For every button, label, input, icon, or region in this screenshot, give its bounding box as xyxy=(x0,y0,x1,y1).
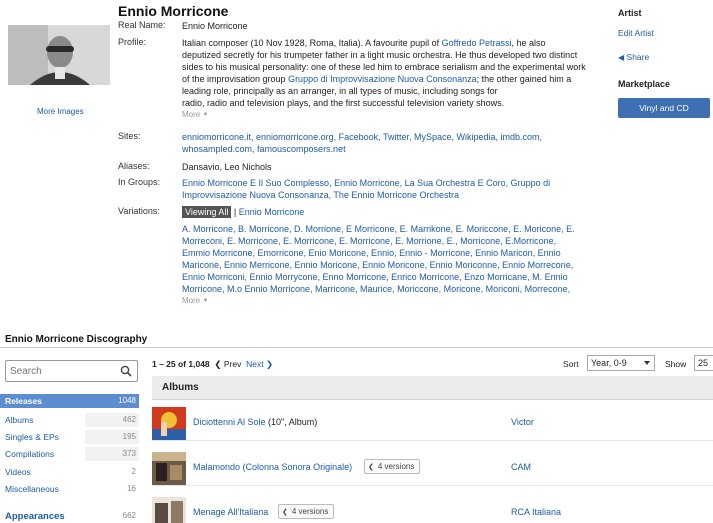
artist-name: Ennio Morricone xyxy=(118,3,229,19)
sort-label: Sort xyxy=(563,359,579,369)
pagination: 1 – 25 of 1,048 ❮ Prev Next ❯ xyxy=(152,359,273,370)
prev-page-button[interactable]: ❮ Prev xyxy=(214,359,241,369)
variations-list[interactable]: A. Morricone, B. Morricone, D. Morrione,… xyxy=(182,223,608,307)
filter-albums[interactable]: Albums 462 xyxy=(0,413,139,427)
variation-primary-link[interactable]: Ennio Morricone xyxy=(239,207,305,217)
filter-videos[interactable]: Videos 2 xyxy=(0,465,139,479)
artist-photo[interactable] xyxy=(8,25,110,85)
filter-appearances[interactable]: Appearances 662 xyxy=(0,509,139,523)
profile-text: Italian composer (10 Nov 1928, Roma, Ita… xyxy=(182,37,608,121)
aliases-links[interactable]: Dansavio, Leo Nichols xyxy=(182,161,608,173)
caret-down-icon: ▼ xyxy=(202,112,209,118)
release-cover[interactable] xyxy=(152,452,186,485)
viewing-all-badge[interactable]: Viewing All xyxy=(182,206,232,218)
artist-sidebar-heading: Artist xyxy=(618,8,642,18)
next-page-button[interactable]: Next ❯ xyxy=(246,359,273,369)
edit-artist-link[interactable]: Edit Artist xyxy=(618,28,713,38)
sites-links[interactable]: enniomorricone.it, enniomorricone.org, F… xyxy=(182,131,608,155)
release-label[interactable]: Victor xyxy=(511,417,534,427)
share-button[interactable]: ◀ Share xyxy=(618,52,713,62)
filter-miscellaneous[interactable]: Miscellaneous 16 xyxy=(0,482,139,496)
release-title[interactable]: Malamondo (Colonna Sonora Originale) xyxy=(193,462,352,472)
release-title[interactable]: Diciottenni Al Sole (10", Album) xyxy=(193,417,317,427)
filter-singles-eps[interactable]: Singles & EPs 195 xyxy=(0,430,139,444)
groups-label: In Groups: xyxy=(118,177,161,187)
release-label[interactable]: CAM xyxy=(511,462,531,472)
groups-links[interactable]: Ennio Morricone E Il Suo Complesso, Enni… xyxy=(182,177,608,201)
filter-releases[interactable]: Releases 1048 xyxy=(0,394,139,408)
show-select[interactable]: 25 xyxy=(694,355,713,371)
sort-controls: Sort Year, 0-9 Show 25 xyxy=(563,355,713,375)
versions-chevron-icon: ❮ xyxy=(282,509,288,516)
release-label[interactable]: RCA Italiana xyxy=(511,507,561,517)
versions-chevron-icon: ❮ xyxy=(368,464,374,471)
nuova-consonanza-link[interactable]: Gruppo di Improvvisazione Nuova Consonan… xyxy=(288,74,477,84)
pagination-range: 1 – 25 of 1,048 xyxy=(152,359,210,369)
release-row[interactable]: Menage All'Italiana ❮ 4 versions RCA Ital… xyxy=(152,495,713,523)
release-title[interactable]: Menage All'Italiana xyxy=(193,507,268,517)
variations-header: Viewing All | Ennio Morricone xyxy=(182,206,608,218)
variations-label: Variations: xyxy=(118,206,160,216)
discography-search[interactable] xyxy=(5,360,138,382)
variations-more-toggle[interactable]: More ▼ xyxy=(182,295,608,307)
caret-down-icon: ▼ xyxy=(202,298,209,304)
release-cover[interactable] xyxy=(152,497,186,523)
sites-label: Sites: xyxy=(118,131,141,141)
versions-button[interactable]: ❮ 4 versions xyxy=(364,459,421,474)
release-cover[interactable] xyxy=(152,407,186,440)
real-name-label: Real Name: xyxy=(118,20,166,30)
variations-separator: | xyxy=(233,207,237,217)
search-input[interactable] xyxy=(10,364,115,379)
dropdown-arrow-icon xyxy=(644,361,650,365)
albums-section-header: Albums xyxy=(152,376,713,400)
real-name-value: Ennio Morricone xyxy=(182,21,248,31)
profile-more-toggle[interactable]: More ▼ xyxy=(182,109,608,121)
show-label: Show xyxy=(665,359,687,369)
filter-compilations[interactable]: Compilations 373 xyxy=(0,447,139,461)
chevron-left-icon: ❮ xyxy=(214,359,222,369)
release-row[interactable]: Diciottenni Al Sole (10", Album) Victor xyxy=(152,405,713,441)
search-icon[interactable] xyxy=(120,365,132,377)
sort-select[interactable]: Year, 0-9 xyxy=(587,355,655,371)
more-images-link[interactable]: More Images xyxy=(37,107,84,116)
release-row[interactable]: Malamondo (Colonna Sonora Originale) ❮ 4 … xyxy=(152,450,713,486)
aliases-label: Aliases: xyxy=(118,161,150,171)
goffredo-petrassi-link[interactable]: Goffredo Petrassi xyxy=(442,38,512,48)
vinyl-and-cd-button[interactable]: Vinyl and CD xyxy=(618,98,710,118)
versions-button[interactable]: ❮ 4 versions xyxy=(278,504,335,519)
discography-title: Ennio Morricone Discography xyxy=(5,334,148,345)
share-icon: ◀ xyxy=(618,53,625,62)
chevron-right-icon: ❯ xyxy=(265,359,274,369)
marketplace-heading: Marketplace xyxy=(618,79,671,89)
discography-divider xyxy=(0,347,713,348)
profile-label: Profile: xyxy=(118,37,147,47)
